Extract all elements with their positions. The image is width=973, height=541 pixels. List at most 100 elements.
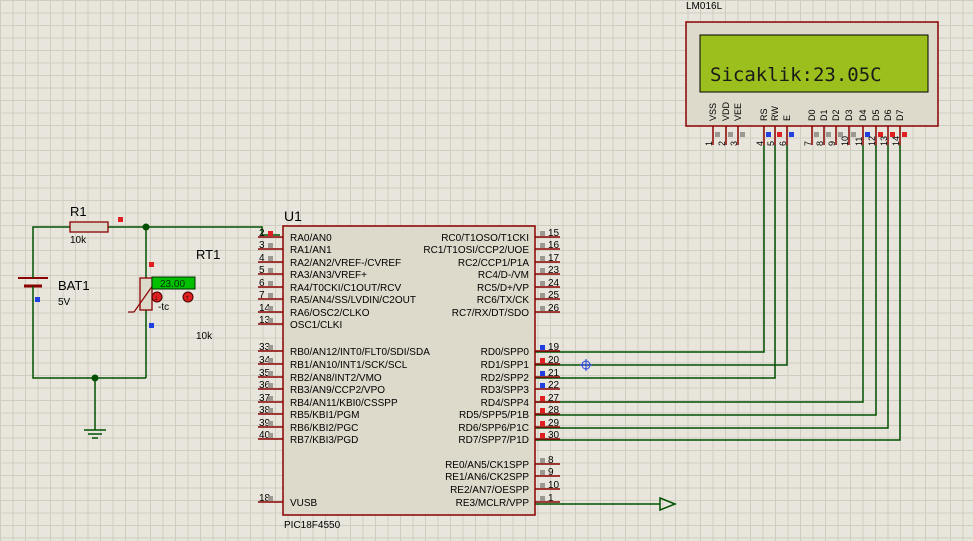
lcd-pin-number: 12: [867, 136, 877, 146]
pin-label: RC0/T1OSO/T1CKI: [441, 233, 529, 244]
mcu-part-label: PIC18F4550: [284, 520, 341, 531]
pin-label: RB0/AN12/INT0/FLT0/SDI/SDA: [290, 347, 430, 358]
lcd-pin-name: D1: [819, 109, 829, 121]
bat1-label: BAT1: [58, 278, 90, 293]
pin-number: 5: [259, 265, 265, 276]
pin-number: 21: [548, 368, 560, 379]
lcd-pin-name: VEE: [733, 103, 743, 121]
schematic-canvas[interactable]: BAT1 5V R1 10k RT1 10k -tc 23.00 ↓ ↑ LM0…: [0, 0, 973, 541]
probe-marker: [540, 421, 545, 426]
probe-marker: [35, 297, 40, 302]
pin-number: 10: [548, 480, 560, 491]
pin-label: RA1/AN1: [290, 245, 332, 256]
temp-decrease-button[interactable]: ↓: [151, 291, 163, 303]
lcd-pin-name: D2: [831, 109, 841, 121]
wire-r1-mcu: [108, 226, 280, 236]
pin-number: 17: [548, 253, 560, 264]
probe-marker: [268, 408, 273, 413]
pin-label: RC1/T1OSI/CCP2/UOE: [423, 245, 529, 256]
lcd-pin-name: RW: [770, 106, 780, 121]
probe-marker: [540, 483, 545, 488]
pin-number: 15: [548, 228, 560, 239]
lcd-pin-name: RS: [759, 108, 769, 121]
lcd-pin-number: 5: [766, 141, 776, 146]
r1-value: 10k: [70, 235, 87, 246]
probe-marker: [268, 421, 273, 426]
pin-number: 1: [548, 493, 554, 504]
lcd-pin-number: 4: [755, 141, 765, 146]
resistor-r1[interactable]: [69, 217, 123, 233]
r1-label: R1: [70, 204, 87, 219]
crosshair-cursor-icon: [580, 359, 592, 371]
probe-marker: [268, 371, 273, 376]
pin-label: RC4/D-/VM: [478, 270, 529, 281]
pin-number: 20: [548, 355, 560, 366]
pin-label: RC6/TX/CK: [477, 295, 530, 306]
probe-marker: [268, 358, 273, 363]
pin-number: 26: [548, 303, 560, 314]
pin-label: RA6/OSC2/CLKO: [290, 308, 370, 319]
pin-label: RE0/AN5/CK1SPP: [445, 460, 529, 471]
probe-marker: [268, 306, 273, 311]
lcd-pin-name: VDD: [721, 101, 731, 121]
pin-label: RA2/AN2/VREF-/CVREF: [290, 258, 401, 269]
probe-marker: [814, 132, 819, 137]
lcd-pin-name: D7: [895, 109, 905, 121]
probe-marker: [740, 132, 745, 137]
probe-marker: [540, 458, 545, 463]
probe-marker: [540, 231, 545, 236]
ground-icon: [84, 429, 106, 439]
probe-marker: [540, 496, 545, 501]
pin-label: RB6/KBI2/PGC: [290, 423, 358, 434]
probe-marker: [540, 306, 545, 311]
lcd-pin-number: 13: [879, 136, 889, 146]
lcd-pin-number: 3: [729, 141, 739, 146]
probe-marker: [268, 396, 273, 401]
probe-marker: [268, 268, 273, 273]
pin-label: RD5/SPP5/P1B: [459, 410, 529, 421]
pin-label: RC7/RX/DT/SDO: [452, 308, 529, 319]
lcd-pin-number: 1: [704, 141, 714, 146]
battery-bat1[interactable]: [18, 270, 48, 302]
probe-marker: [268, 231, 273, 236]
probe-marker: [268, 496, 273, 501]
probe-marker: [540, 256, 545, 261]
probe-marker: [268, 433, 273, 438]
lcd-pin-name: D4: [858, 109, 868, 121]
lcd-pin-name: D3: [844, 109, 854, 121]
probe-marker: [540, 408, 545, 413]
probe-marker: [149, 323, 154, 328]
probe-marker: [540, 268, 545, 273]
probe-marker: [851, 132, 856, 137]
lcd-pin-number: 11: [854, 137, 864, 146]
pin-number: 9: [548, 467, 554, 478]
probe-marker: [540, 293, 545, 298]
lcd-pin-name: D0: [807, 109, 817, 121]
pin-number: 4: [259, 253, 265, 264]
pin-label: RC2/CCP1/P1A: [458, 258, 529, 269]
pin-label: RA4/T0CKI/C1OUT/RCV: [290, 283, 401, 294]
junction-dot: [91, 374, 99, 382]
wire-rs: [535, 145, 765, 353]
pin-number: 24: [548, 278, 560, 289]
mcu-ref-label: U1: [284, 208, 302, 224]
probe-marker: [540, 243, 545, 248]
pin-number: 27: [548, 393, 560, 404]
pin-label: RA5/AN4/SS/LVDIN/C2OUT: [290, 295, 416, 306]
pin-label: RC5/D+/VP: [477, 283, 529, 294]
junction-dot: [142, 223, 150, 231]
pin-label: RB3/AN9/CCP2/VPO: [290, 385, 385, 396]
probe-marker: [268, 318, 273, 323]
mclr-terminal-arrow[interactable]: [659, 496, 678, 512]
probe-marker: [540, 470, 545, 475]
temperature-readout[interactable]: 23.00: [151, 276, 196, 290]
pin-label: RD4/SPP4: [481, 398, 530, 409]
pin-label: RE3/MCLR/VPP: [456, 498, 530, 509]
svg-text:↓: ↓: [154, 293, 158, 302]
probe-marker: [540, 371, 545, 376]
temp-increase-button[interactable]: ↑: [182, 291, 194, 303]
probe-marker: [268, 345, 273, 350]
pin-number: 25: [548, 290, 560, 301]
probe-marker: [268, 256, 273, 261]
probe-marker: [268, 281, 273, 286]
